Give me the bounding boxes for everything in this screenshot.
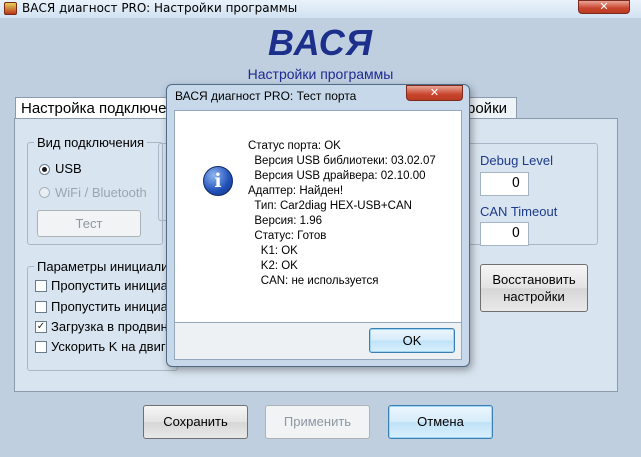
message-line: Адаптер: Найден! [248, 185, 344, 197]
apply-button[interactable]: Применить [265, 405, 370, 439]
init-params-legend: Параметры инициализ [34, 259, 178, 274]
skip-init-checkbox-2[interactable] [35, 301, 47, 313]
app-heading: ВАСЯ [267, 22, 374, 63]
main-titlebar: ВАСЯ диагност PRO: Настройки программы ✕ [0, 0, 641, 19]
skip-init-label-2[interactable]: Пропустить инициал [51, 299, 175, 314]
dialog-message-area: i Статус порта: OK Версия USB библиотеки… [174, 110, 462, 323]
main-close-button[interactable]: ✕ [578, 0, 630, 14]
main-window-title: ВАСЯ диагност PRO: Настройки программы [22, 1, 298, 15]
info-icon: i [203, 166, 233, 196]
message-line: Версия USB драйвера: 02.10.00 [248, 170, 426, 182]
dialog-close-button[interactable]: ✕ [406, 85, 463, 101]
port-test-dialog: ВАСЯ диагност PRO: Тест порта ✕ i Статус… [166, 84, 470, 367]
advanced-load-label[interactable]: Загрузка в продвин [51, 319, 168, 334]
app-icon [4, 2, 17, 15]
message-line: CAN: не используется [248, 275, 379, 287]
tab-connection-settings[interactable]: Настройка подключе [15, 97, 170, 119]
message-line: K2: OK [248, 260, 298, 272]
skip-init-checkbox-1[interactable] [35, 280, 47, 292]
cancel-button[interactable]: Отмена [388, 405, 493, 439]
wifi-bluetooth-label: WiFi / Bluetooth [55, 185, 147, 200]
speed-k-checkbox[interactable] [35, 341, 47, 353]
save-button[interactable]: Сохранить [143, 405, 248, 439]
restore-line-1: Восстановить [492, 272, 576, 287]
wifi-bluetooth-radio [39, 187, 50, 198]
message-line: Версия: 1.96 [248, 215, 323, 227]
ok-button[interactable]: OK [369, 328, 455, 353]
test-button[interactable]: Тест [37, 210, 141, 237]
restore-defaults-button[interactable]: Восстановить настройки [480, 264, 588, 312]
init-params-group: Параметры инициализ [27, 259, 179, 371]
dialog-title: ВАСЯ диагност PRO: Тест порта [175, 89, 357, 103]
message-line: Тип: Car2diag HEX-USB+CAN [248, 200, 412, 212]
app-subtitle: Настройки программы [247, 66, 394, 82]
speed-k-label[interactable]: Ускорить K на двиг [51, 339, 166, 354]
can-timeout-label: CAN Timeout [480, 204, 558, 219]
message-line: Статус порта: OK [248, 140, 341, 152]
advanced-load-checkbox[interactable]: ✓ [35, 321, 47, 333]
message-line: K1: OK [248, 245, 298, 257]
dialog-footer: OK [174, 323, 462, 360]
debug-level-input[interactable]: 0 [480, 172, 529, 196]
usb-radio[interactable] [39, 164, 50, 175]
skip-init-label-1[interactable]: Пропустить инициал [51, 278, 175, 293]
message-line: Статус: Готов [248, 230, 327, 242]
restore-line-2: настройки [503, 289, 565, 304]
message-line: Версия USB библиотеки: 03.02.07 [248, 155, 436, 167]
tab-settings[interactable]: ройки [462, 97, 517, 119]
debug-level-label: Debug Level [480, 153, 553, 168]
connection-type-legend: Вид подключения [34, 135, 148, 150]
usb-label[interactable]: USB [55, 161, 82, 176]
can-timeout-input[interactable]: 0 [480, 222, 529, 246]
